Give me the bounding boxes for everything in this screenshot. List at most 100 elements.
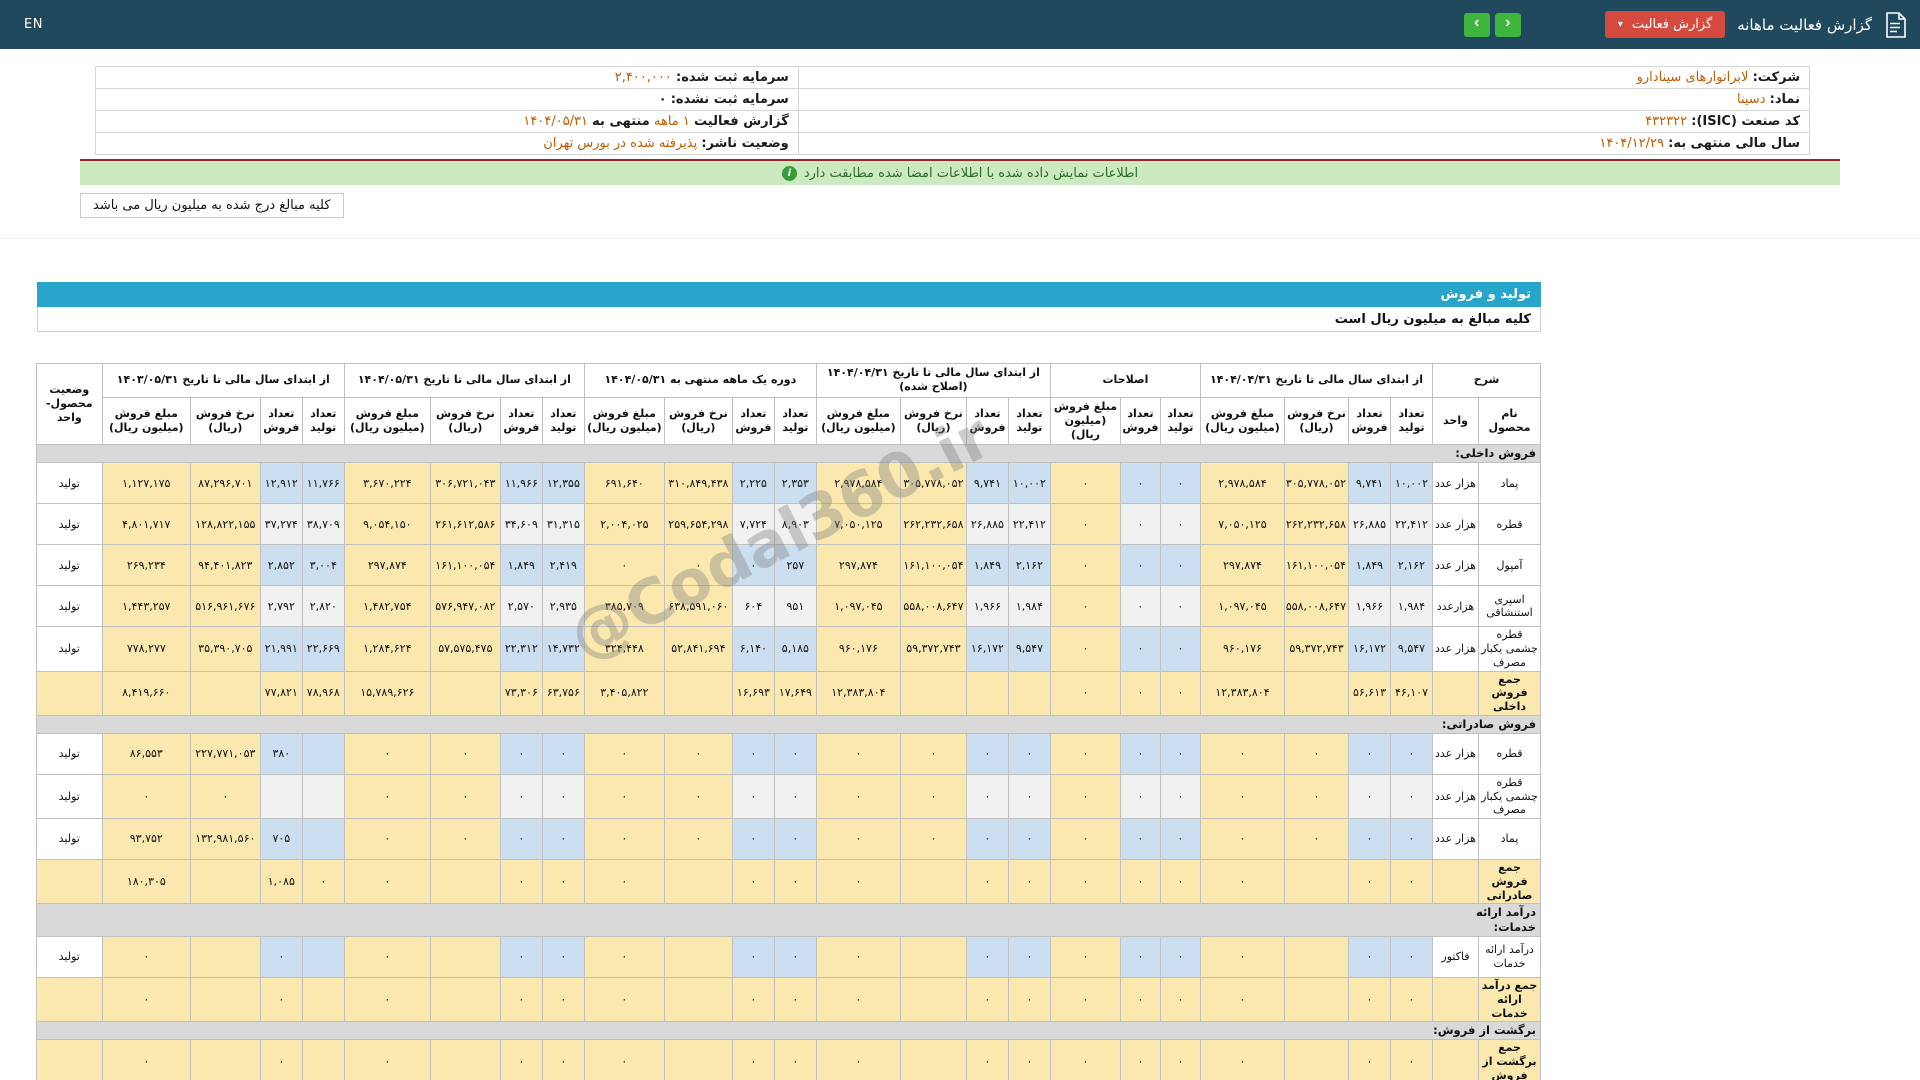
status-cell — [35, 670, 103, 716]
value-cell: ۸۷,۲۹۶,۷۰۱ — [189, 462, 261, 505]
value-cell: ۱۸۰,۳۰۵ — [101, 859, 191, 905]
value-cell: ۱۷,۶۴۹ — [773, 670, 817, 716]
product-name-cell: قطره — [1478, 503, 1541, 546]
company-link[interactable]: لابراتوارهای سینادارو — [1637, 70, 1749, 85]
value-cell: ۲,۱۶۲ — [1007, 544, 1051, 587]
value-cell: ۰ — [1348, 936, 1391, 979]
value-cell — [1007, 670, 1051, 716]
unit-cell: هزار عدد — [1432, 626, 1479, 672]
value-cell: ۷۷۸,۲۷۷ — [101, 626, 191, 672]
value-cell: ۰ — [343, 773, 431, 820]
value-cell: ۰ — [1284, 818, 1349, 861]
value-cell: ۰ — [541, 936, 585, 979]
value-cell: ۳,۴۰۵,۸۲۲ — [583, 670, 665, 716]
value-cell: ۱,۲۸۴,۶۲۴ — [343, 626, 431, 672]
value-cell: ۰ — [773, 773, 817, 820]
value-cell: ۰ — [815, 773, 901, 820]
value-cell: ۳۰۶,۷۲۱,۰۴۳ — [429, 462, 501, 505]
value-cell: ۲,۵۷۰ — [499, 585, 543, 628]
value-cell: ۰ — [731, 1039, 775, 1080]
value-cell: ۱,۰۹۷,۰۴۵ — [815, 585, 901, 628]
value-cell: ۰ — [1007, 859, 1051, 905]
value-cell — [899, 977, 967, 1023]
sub-column-header: نرخ فروش (ریال) — [899, 396, 967, 446]
value-cell: ۰ — [731, 818, 775, 861]
value-cell: ۷,۰۵۰,۱۲۵ — [815, 503, 901, 546]
product-name-cell: جمع برگشت از فروش — [1478, 1039, 1541, 1080]
report-type-dropdown[interactable]: گزارش فعالیت ▾ — [1604, 11, 1726, 38]
col-product-name: نام محصول — [1478, 396, 1541, 446]
col-group-3: دوره یک ماهه منتهی به ۱۴۰۴/۰۵/۳۱ — [583, 363, 817, 398]
report-document-icon — [1884, 11, 1906, 38]
product-row: قطره هزار عدد ۰ ۰ ۰ ۰ ۰ ۰ ۰ ۰ ۰ ۰ ۰ ۰ ۰ ۰ ۰ ۰ ۰ ۰ ۰ ۳۸۰ ۲۲۷,۷۷… — [35, 732, 1541, 775]
value-cell: ۱۳۲,۹۸۱,۵۶۰ — [189, 818, 261, 861]
info-cell: شرکت: لابراتوارهای سینادارو — [797, 66, 1811, 89]
value-cell — [965, 670, 1009, 716]
value-cell: ۰ — [1159, 544, 1201, 587]
info-row: سال مالی منتهی به: ۱۴۰۴/۱۲/۲۹ وضعیت ناشر… — [95, 132, 1811, 155]
value-cell: ۰ — [1348, 1039, 1391, 1080]
value-cell: ۹۵۱ — [773, 585, 817, 628]
sub-column-header: مبلغ فروش (میلیون ریال) — [583, 396, 665, 446]
value-cell: ۱۱,۹۶۶ — [499, 462, 543, 505]
unit-cell: هزار عدد — [1432, 462, 1479, 505]
value-cell: ۲,۸۵۲ — [259, 544, 303, 587]
status-cell — [35, 1039, 103, 1080]
sub-column-header: تعداد فروش — [965, 396, 1009, 446]
alert-text: اطلاعات نمایش داده شده با اطلاعات امضا ش… — [803, 165, 1139, 181]
value-cell: ۰ — [499, 977, 543, 1023]
value-cell: ۰ — [773, 818, 817, 861]
value-cell: ۶۳,۷۵۶ — [541, 670, 585, 716]
value-cell: ۱۶۱,۱۰۰,۰۵۴ — [1284, 544, 1349, 587]
value-cell: ۰ — [259, 936, 303, 979]
value-cell — [429, 977, 501, 1023]
value-cell: ۱۲۸,۸۲۲,۱۵۵ — [189, 503, 261, 546]
col-group-0: از ابتدای سال مالی تا تاریخ ۱۴۰۴/۰۴/۳۱ — [1199, 363, 1434, 398]
value-cell: ۰ — [1119, 670, 1161, 716]
next-report-button[interactable]: › — [1463, 12, 1490, 37]
value-cell: ۰ — [1119, 818, 1161, 861]
value-cell: ۰ — [965, 732, 1009, 775]
value-cell: ۰ — [1049, 773, 1121, 820]
info-value: پذیرفته شده در بورس تهران — [543, 136, 698, 151]
value-cell: ۰ — [965, 936, 1009, 979]
value-cell: ۰ — [663, 544, 733, 587]
language-en-link[interactable]: EN — [24, 17, 43, 32]
sub-column-header: تعداد تولید — [1159, 396, 1201, 446]
value-cell: ۱۰,۰۰۲ — [1390, 462, 1433, 505]
value-cell: ۳۰۵,۷۷۸,۰۵۲ — [1284, 462, 1349, 505]
unit-note-box: کلیه مبالغ درج شده به میلیون ریال می باش… — [80, 193, 344, 218]
value-cell — [301, 977, 345, 1023]
value-cell: ۰ — [1348, 818, 1391, 861]
value-cell: ۵۲,۸۴۱,۶۹۴ — [663, 626, 733, 672]
value-cell: ۱,۴۴۳,۲۵۷ — [101, 585, 191, 628]
value-cell: ۰ — [1159, 462, 1201, 505]
header-sub-row: نام محصول واحد تعداد تولید تعداد فروش نرخ فر… — [36, 396, 1541, 446]
prev-report-button[interactable]: ‹ — [1494, 12, 1521, 37]
value-cell — [899, 936, 967, 979]
col-product-status: وضعیت محصول-واحد — [35, 362, 103, 446]
value-cell: ۰ — [1119, 773, 1161, 820]
value-cell: ۱,۴۸۲,۷۵۴ — [343, 585, 431, 628]
value-cell: ۰ — [1119, 859, 1161, 905]
value-cell: ۰ — [259, 977, 303, 1023]
value-cell — [429, 859, 501, 905]
value-cell: ۰ — [583, 936, 665, 979]
value-cell: ۱,۸۴۹ — [499, 544, 543, 587]
top-navbar: گزارش فعالیت ماهانه گزارش فعالیت ▾ ‹ › E… — [0, 0, 1920, 49]
product-name-cell: جمع فروش داخلی — [1478, 670, 1541, 716]
value-cell — [301, 818, 345, 861]
product-name-cell: پماد — [1478, 818, 1541, 861]
value-cell: ۰ — [1199, 773, 1286, 820]
value-cell: ۰ — [301, 859, 345, 905]
product-row: قطره چشمی یکبار مصرف هزار عدد ۹,۵۴۷ ۱۶,۱۷۲ ۵… — [35, 626, 1541, 672]
value-cell: ۰ — [1390, 977, 1433, 1023]
value-cell: ۱,۱۲۷,۱۷۵ — [101, 462, 191, 505]
sub-column-header: تعداد فروش — [1119, 396, 1161, 446]
value-cell: ۰ — [815, 818, 901, 861]
value-cell: ۹,۰۵۴,۱۵۰ — [343, 503, 431, 546]
status-cell: تولید — [35, 773, 103, 820]
value-cell: ۳۷,۲۷۴ — [259, 503, 303, 546]
value-cell: ۰ — [499, 732, 543, 775]
info-cell: نماد: دسینا — [797, 88, 1811, 111]
